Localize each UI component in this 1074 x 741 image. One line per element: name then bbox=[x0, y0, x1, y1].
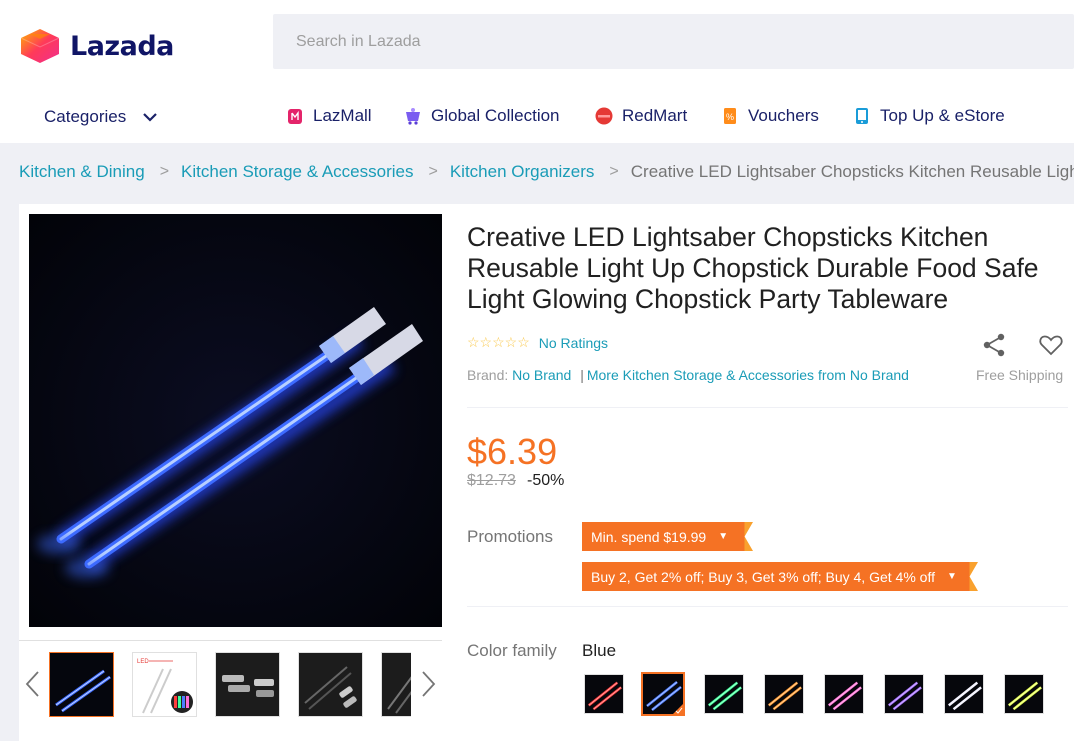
lazmall-icon bbox=[286, 106, 304, 126]
brand-divider: | bbox=[580, 367, 584, 383]
categories-label: Categories bbox=[44, 107, 127, 126]
thumbnail-image[interactable] bbox=[215, 652, 280, 717]
color-swatch-red[interactable] bbox=[584, 674, 624, 714]
nav-item-lazmall[interactable]: LazMall bbox=[286, 106, 372, 126]
thumbnail-image[interactable] bbox=[298, 652, 363, 717]
promotions-label: Promotions bbox=[467, 527, 553, 546]
chevron-down-icon bbox=[143, 113, 157, 122]
search-input[interactable] bbox=[273, 14, 1074, 69]
breadcrumb-separator-icon: > bbox=[609, 163, 619, 180]
nav-item-vouchers[interactable]: % Vouchers bbox=[721, 106, 819, 126]
brand-row: Brand: No Brand | More Kitchen Storage & … bbox=[467, 367, 909, 383]
color-swatch-orange[interactable] bbox=[764, 674, 804, 714]
promo-notch bbox=[739, 522, 753, 551]
thumbnail-image[interactable]: LED bbox=[132, 652, 197, 717]
thumbnail-image[interactable] bbox=[49, 652, 114, 717]
nav-item-label: Vouchers bbox=[748, 106, 819, 125]
nav-item-redmart[interactable]: RedMart bbox=[595, 106, 687, 126]
brand-label: Brand: bbox=[467, 367, 509, 383]
color-swatch-pink[interactable] bbox=[824, 674, 864, 714]
categories-menu[interactable]: Categories bbox=[44, 107, 158, 127]
logo-text: Lazada bbox=[70, 30, 174, 62]
svg-text:%: % bbox=[726, 112, 734, 122]
promotion-tag[interactable]: Min. spend $19.99 ▼ bbox=[582, 522, 753, 551]
ratings-link[interactable]: No Ratings bbox=[539, 335, 608, 351]
topup-icon bbox=[853, 106, 871, 126]
nav-item-global-collection[interactable]: Global Collection bbox=[404, 106, 560, 126]
thumbnail-strip: LED bbox=[48, 652, 411, 718]
promotion-text: Min. spend $19.99 bbox=[591, 528, 707, 545]
breadcrumb-separator-icon: > bbox=[428, 163, 438, 180]
breadcrumb-link[interactable]: Kitchen Storage & Accessories bbox=[181, 162, 413, 182]
breadcrumb-current: Creative LED Lightsaber Chopsticks Kitch… bbox=[630, 162, 1074, 181]
promotion-text: Buy 2, Get 2% off; Buy 3, Get 3% off; Bu… bbox=[591, 568, 935, 585]
share-icon[interactable] bbox=[981, 332, 1007, 363]
gallery-divider bbox=[19, 640, 442, 641]
caret-down-icon: ▼ bbox=[718, 531, 729, 542]
rating-row: ☆☆☆☆☆ No Ratings bbox=[467, 334, 608, 351]
nav-item-label: Top Up & eStore bbox=[880, 106, 1005, 125]
section-divider bbox=[467, 606, 1068, 607]
wishlist-heart-icon[interactable] bbox=[1038, 332, 1064, 363]
caret-down-icon: ▼ bbox=[946, 571, 957, 582]
top-nav: Categories LazMall Global Collection Red… bbox=[0, 96, 1074, 140]
brand-link[interactable]: No Brand bbox=[512, 367, 571, 383]
color-swatch-purple[interactable] bbox=[884, 674, 924, 714]
color-swatch-white[interactable] bbox=[944, 674, 984, 714]
rating-stars-icon: ☆☆☆☆☆ bbox=[467, 334, 530, 350]
breadcrumb-separator-icon: > bbox=[159, 163, 170, 180]
free-shipping-label: Free Shipping bbox=[976, 367, 1064, 383]
thumbnail-image[interactable] bbox=[381, 652, 411, 717]
lazada-logo[interactable]: Lazada bbox=[18, 27, 174, 65]
selected-color-value: Blue bbox=[582, 641, 617, 660]
discount-badge: -50% bbox=[527, 472, 565, 489]
nav-item-label: RedMart bbox=[622, 106, 688, 125]
nav-item-topup[interactable]: Top Up & eStore bbox=[853, 106, 1005, 126]
redmart-icon bbox=[595, 106, 613, 126]
search-bar bbox=[273, 14, 1074, 69]
nav-item-label: LazMall bbox=[313, 106, 372, 125]
breadcrumb-link[interactable]: Kitchen & Dining bbox=[19, 162, 145, 182]
svg-text:LED: LED bbox=[137, 659, 149, 665]
product-card: LED Creative LED Lightsaber Chopsticks K… bbox=[19, 204, 1074, 741]
voucher-icon: % bbox=[721, 106, 739, 126]
nav-item-label: Global Collection bbox=[431, 106, 560, 125]
color-swatch-blue[interactable] bbox=[641, 672, 685, 716]
more-from-brand-link[interactable]: More Kitchen Storage & Accessories from … bbox=[587, 367, 909, 383]
color-swatch-green[interactable] bbox=[704, 674, 744, 714]
color-family-label: Color family bbox=[467, 641, 557, 660]
color-swatch-yellow[interactable] bbox=[1004, 674, 1044, 714]
breadcrumb-link[interactable]: Kitchen Organizers bbox=[450, 162, 595, 182]
global-collection-icon bbox=[404, 106, 422, 126]
gallery-prev-arrow-icon[interactable] bbox=[23, 670, 43, 698]
promotion-tag[interactable]: Buy 2, Get 2% off; Buy 3, Get 3% off; Bu… bbox=[582, 562, 978, 591]
lazada-heart-logo-icon bbox=[20, 29, 60, 63]
gallery-next-arrow-icon[interactable] bbox=[418, 670, 438, 698]
current-price: $6.39 bbox=[467, 431, 558, 472]
site-header: Lazada Categories LazMall Global Collect… bbox=[0, 0, 1074, 143]
product-title: Creative LED Lightsaber Chopsticks Kitch… bbox=[467, 222, 1039, 314]
section-divider bbox=[467, 407, 1068, 408]
promo-notch bbox=[964, 562, 978, 591]
original-price: $12.73 bbox=[467, 472, 516, 489]
product-main-image[interactable] bbox=[29, 214, 442, 627]
breadcrumb: Kitchen & Dining > Kitchen Storage & Acc… bbox=[19, 162, 1074, 182]
